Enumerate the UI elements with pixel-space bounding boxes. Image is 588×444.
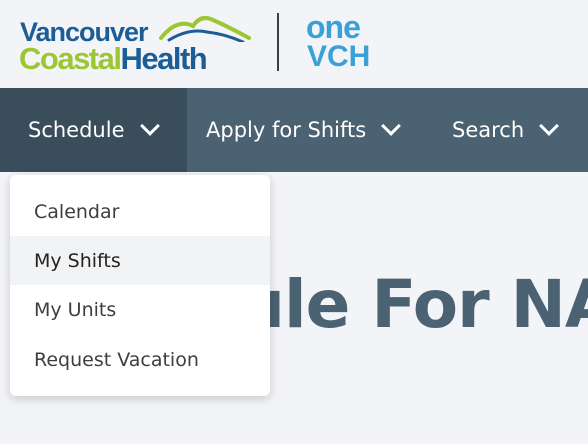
logo-word-health: Health [120, 41, 207, 76]
one-vch-logo-top: one [306, 9, 361, 45]
nav-search-label: Search [452, 118, 525, 142]
page-title: ule For NA [238, 266, 588, 344]
menu-item-my-units[interactable]: My Units [10, 285, 270, 334]
chevron-down-icon [139, 116, 160, 136]
logo-word-coastal: Coastal [19, 41, 122, 76]
menu-item-calendar[interactable]: Calendar [10, 187, 270, 236]
menu-item-my-shifts[interactable]: My Shifts [10, 236, 270, 285]
schedule-dropdown-menu: Calendar My Shifts My Units Request Vaca… [10, 175, 270, 396]
menu-item-request-vacation[interactable]: Request Vacation [10, 335, 270, 384]
nav-schedule[interactable]: Schedule [0, 88, 187, 172]
logo-divider [277, 13, 279, 71]
nav-schedule-label: Schedule [28, 118, 125, 142]
site-header: Vancouver CoastalHealth one VCH [0, 0, 588, 88]
chevron-down-icon [539, 116, 560, 136]
mountain-icon [159, 16, 251, 42]
nav-search[interactable]: Search [452, 88, 560, 172]
chevron-down-icon [381, 116, 402, 136]
one-vch-logo-bottom: VCH [307, 40, 371, 73]
vancouver-coastal-health-logo[interactable]: Vancouver CoastalHealth [19, 12, 251, 76]
nav-apply-for-shifts[interactable]: Apply for Shifts [206, 88, 402, 172]
main-nav: Schedule Apply for Shifts Search [0, 88, 588, 172]
logo-line-coastal-health: CoastalHealth [19, 41, 208, 76]
nav-apply-for-shifts-label: Apply for Shifts [206, 118, 367, 142]
